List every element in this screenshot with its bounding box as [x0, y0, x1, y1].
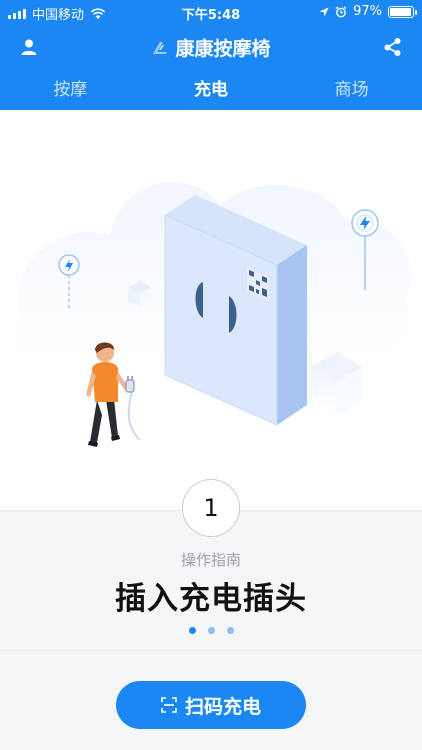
page-dot-3[interactable] [226, 627, 234, 634]
logo-icon [153, 41, 168, 54]
small-cube-right [312, 352, 362, 415]
share-icon [384, 38, 401, 56]
scan-icon [161, 697, 177, 713]
status-bar: 中国移动 下午5:48 97% [0, 0, 422, 24]
page-indicator [0, 627, 422, 634]
charging-illustration [0, 110, 422, 510]
app-title-text: 康康按摩椅 [175, 38, 271, 60]
instruction-panel: 1 操作指南 插入充电插头 [0, 479, 422, 650]
step-title: 插入充电插头 [115, 581, 307, 617]
tab-massage[interactable]: 按摩 [0, 70, 141, 110]
navbar: 康康按摩椅 [0, 24, 422, 70]
step-number-badge: 1 [182, 479, 240, 537]
alarm-icon [335, 5, 347, 17]
scan-charge-label: 扫码充电 [184, 695, 261, 718]
tab-mall[interactable]: 商场 [281, 70, 422, 110]
bottom-action-area: 扫码充电 [0, 650, 422, 750]
app-title: 康康按摩椅 [0, 34, 422, 61]
illustration-canvas [14, 182, 412, 447]
battery-percent: 97% [353, 4, 382, 19]
step-label: 操作指南 [180, 551, 241, 569]
page-dot-1[interactable] [188, 627, 196, 634]
scan-charge-button[interactable]: 扫码充电 [116, 681, 306, 729]
battery-icon [388, 5, 417, 18]
app-header: 中国移动 下午5:48 97% 康康按摩椅 按摩 充电 商场 [0, 0, 422, 110]
page-dot-2[interactable] [207, 627, 215, 634]
tab-bar: 按摩 充电 商场 [0, 70, 422, 110]
charging-cable [127, 389, 141, 441]
share-button[interactable] [378, 32, 408, 62]
location-icon [319, 7, 329, 16]
tab-charging[interactable]: 充电 [141, 70, 282, 110]
